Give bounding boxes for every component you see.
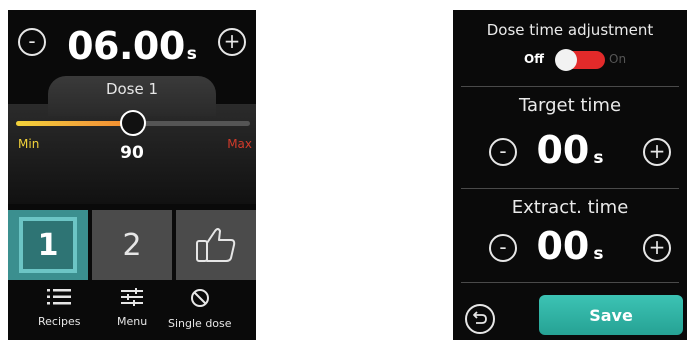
back-arrow-icon	[473, 311, 487, 324]
preset-2-label: 2	[122, 227, 142, 263]
target-increase-button[interactable]: +	[643, 138, 671, 166]
save-button[interactable]: Save	[539, 295, 683, 335]
toggle-on-label: On	[609, 52, 627, 66]
preset-2-button[interactable]: 2	[92, 210, 172, 280]
divider	[461, 86, 679, 87]
screen-title: Dose time adjustment	[486, 21, 654, 39]
dose-slider-handle[interactable]	[120, 110, 146, 136]
nav-menu-label: Menu	[117, 315, 148, 328]
extract-increase-button[interactable]: +	[643, 234, 671, 262]
extract-time-title: Extract. time	[511, 197, 629, 218]
preset-1-label: 1	[19, 217, 77, 273]
toggle-off-label: Off	[524, 52, 544, 66]
increase-time-button[interactable]: +	[218, 28, 246, 56]
favorite-button[interactable]	[176, 210, 256, 280]
target-time-title: Target time	[518, 95, 622, 116]
nav-recipes[interactable]: Recipes	[38, 288, 81, 328]
dose-time-value: 06.00	[67, 24, 185, 68]
slider-value: 90	[120, 143, 144, 163]
dose-screen: - 06.00 s + Dose 1 Min Max 90 1 2 Recipe…	[8, 10, 256, 340]
target-time-unit: s	[593, 148, 604, 168]
dose-time-adjustment-screen: Dose time adjustment Off On Target time …	[453, 10, 687, 340]
divider	[461, 282, 679, 283]
plus-icon: +	[223, 29, 241, 53]
nav-single-dose-label: Single dose	[168, 317, 232, 330]
thumbs-up-icon	[196, 228, 236, 262]
nav-menu[interactable]: Menu	[117, 288, 147, 328]
divider	[461, 188, 679, 189]
dose-time-toggle[interactable]	[555, 49, 605, 71]
back-button[interactable]	[465, 304, 495, 334]
target-time-value: 00	[536, 128, 590, 172]
plus-icon: +	[648, 139, 666, 163]
extract-time-unit: s	[593, 244, 604, 264]
list-icon	[47, 289, 72, 305]
toggle-knob	[555, 49, 577, 71]
dose-presets: 1 2	[8, 210, 256, 280]
nav-single-dose[interactable]: Single dose	[168, 288, 232, 330]
no-symbol-icon	[190, 289, 209, 307]
nav-recipes-label: Recipes	[38, 315, 81, 328]
extract-time-value: 00	[536, 224, 590, 268]
sliders-icon	[121, 288, 144, 306]
plus-icon: +	[648, 235, 666, 259]
dose-slider-fill	[16, 121, 133, 126]
dose-label: Dose 1	[105, 80, 159, 98]
bottom-nav: Recipes Menu Single dose	[8, 288, 256, 340]
preset-1-button[interactable]: 1	[8, 210, 88, 280]
dose-time-unit: s	[186, 44, 197, 64]
dose-time-toggle-row: Off On	[453, 48, 687, 72]
